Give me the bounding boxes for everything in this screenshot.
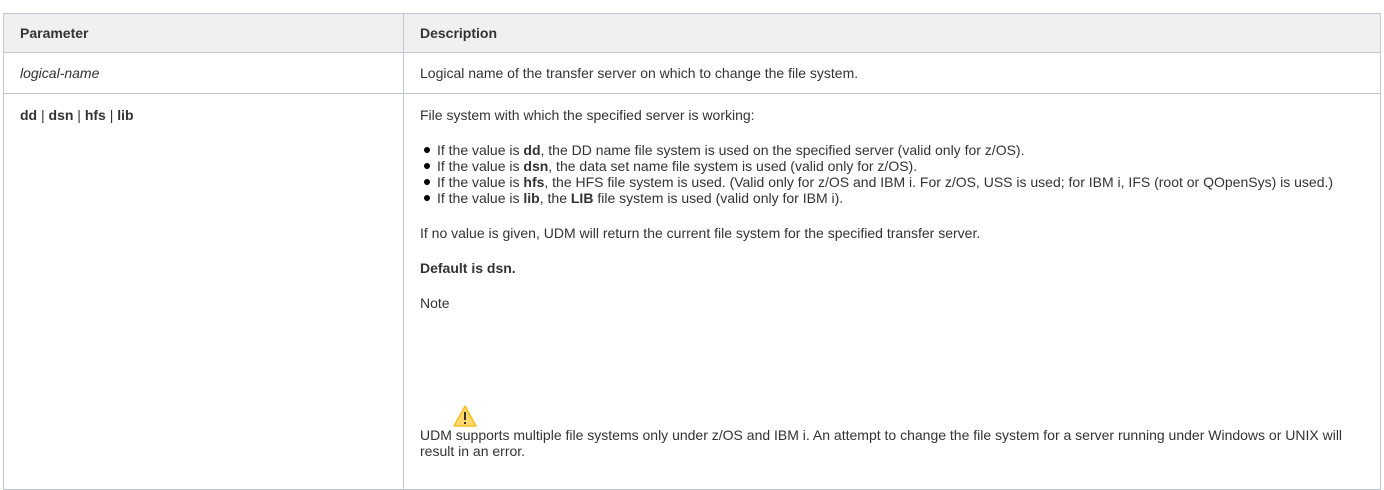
separator: | bbox=[73, 107, 85, 123]
parameter-options: dd | dsn | hfs | lib bbox=[4, 94, 403, 123]
option-list: If the value is dd, the DD name file sys… bbox=[420, 142, 1364, 206]
header-parameter: Parameter bbox=[3, 13, 404, 53]
table-row: logical-name Logical name of the transfe… bbox=[3, 52, 1381, 94]
option-lib: lib bbox=[117, 107, 134, 123]
default-value-text: Default is dsn. bbox=[420, 260, 516, 276]
note-label: Note bbox=[420, 295, 450, 311]
no-value-text: If no value is given, UDM will return th… bbox=[420, 225, 981, 241]
parameter-cell: logical-name bbox=[3, 52, 404, 94]
description-intro: File system with which the specified ser… bbox=[420, 107, 755, 123]
table-header-row: Parameter Description bbox=[3, 13, 1381, 53]
option-dsn: dsn bbox=[48, 107, 74, 123]
parameter-table: Parameter Description logical-name Logic… bbox=[3, 13, 1381, 490]
description-cell: Logical name of the transfer server on w… bbox=[403, 52, 1381, 94]
parameter-cell: dd | dsn | hfs | lib bbox=[3, 93, 404, 490]
parameter-name: logical-name bbox=[20, 65, 100, 81]
list-item: If the value is dsn, the data set name f… bbox=[420, 158, 1364, 174]
list-item: If the value is dd, the DD name file sys… bbox=[420, 142, 1364, 158]
separator: | bbox=[105, 107, 118, 123]
note-text: UDM supports multiple file systems only … bbox=[420, 427, 1343, 459]
description-text: Logical name of the transfer server on w… bbox=[420, 65, 859, 81]
warning-icon bbox=[453, 405, 477, 427]
list-item: If the value is hfs, the HFS file system… bbox=[420, 174, 1364, 190]
list-item: If the value is lib, the LIB file system… bbox=[420, 190, 1364, 206]
option-hfs: hfs bbox=[84, 107, 106, 123]
header-description: Description bbox=[403, 13, 1381, 53]
separator: | bbox=[37, 107, 49, 123]
option-dd: dd bbox=[20, 107, 38, 123]
